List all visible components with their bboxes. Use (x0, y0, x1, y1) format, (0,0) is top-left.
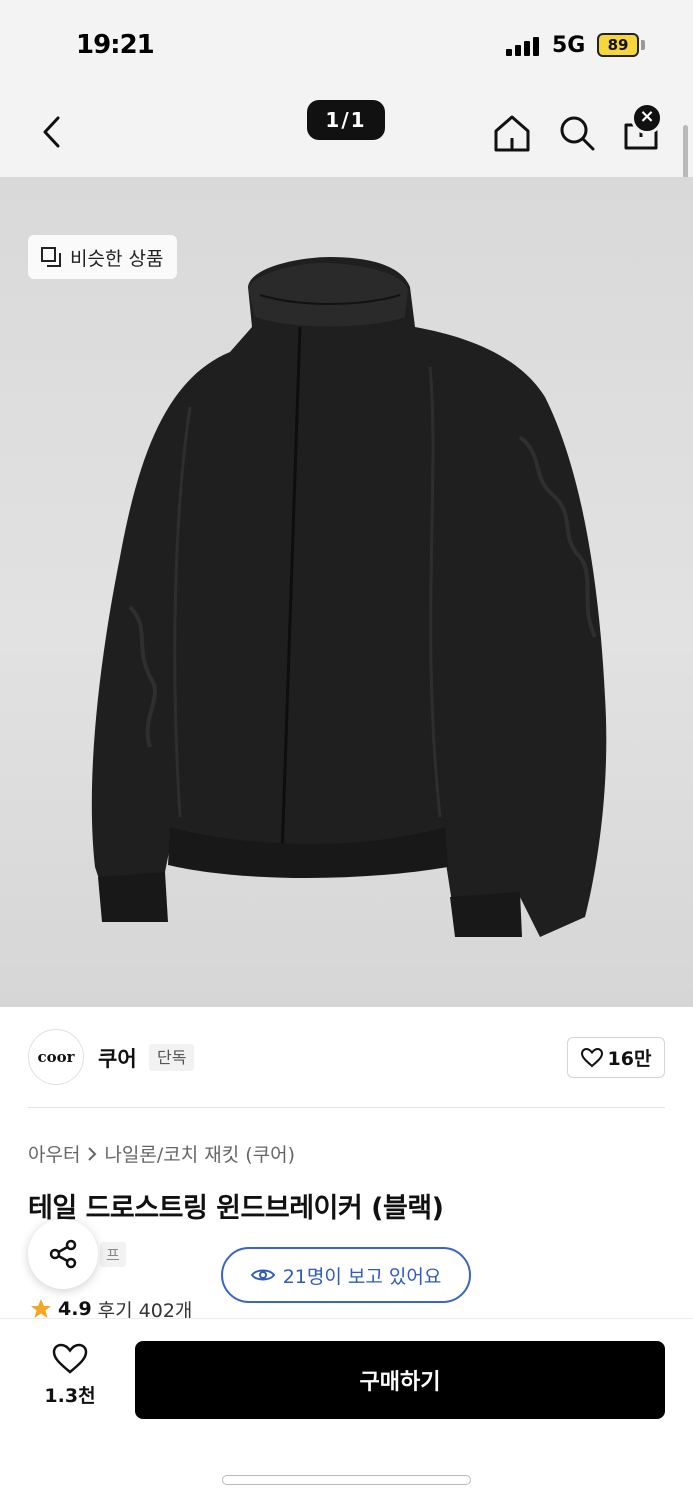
breadcrumb: 아우터 나일론/코치 재킷 (쿠어) (28, 1140, 295, 1167)
wishlist-count: 1.3천 (44, 1385, 96, 1407)
home-button[interactable] (489, 110, 535, 156)
divider (28, 1107, 665, 1108)
brand-like-button[interactable]: 16만 (567, 1037, 665, 1078)
rating-value: 4.9 (58, 1298, 92, 1320)
similar-icon (41, 247, 61, 267)
product-title: 테일 드로스트링 윈드브레이커 (블랙) (28, 1193, 444, 1224)
search-button[interactable] (554, 110, 600, 156)
top-nav-bar: 1/1 (0, 90, 693, 177)
product-image[interactable]: 비슷한 상품 (0, 177, 693, 1007)
close-icon[interactable]: × (631, 102, 663, 134)
rating-row[interactable]: 4.9 후기 402개 (30, 1298, 192, 1320)
breadcrumb-item-outer[interactable]: 아우터 (28, 1140, 80, 1167)
home-icon (494, 115, 530, 152)
back-icon (43, 116, 60, 148)
wishlist-button[interactable]: 1.3천 (30, 1343, 110, 1413)
eye-icon (250, 1269, 275, 1281)
share-button[interactable] (28, 1219, 98, 1289)
similar-products-label: 비슷한 상품 (70, 247, 164, 270)
signal-icon (506, 36, 539, 56)
image-counter: 1/1 (307, 100, 385, 140)
bottom-purchase-bar: 1.3천 구매하기 (0, 1318, 693, 1500)
status-bar: 19:21 5G 89 (0, 0, 693, 90)
brand-name[interactable]: 쿠어 (98, 1043, 137, 1073)
search-icon (560, 116, 595, 151)
status-time: 19:21 (76, 30, 155, 60)
breadcrumb-item-category[interactable]: 나일론/코치 재킷 (쿠어) (104, 1140, 295, 1167)
viewers-text: 21명이 보고 있어요 (282, 1265, 442, 1288)
exclusive-badge: 단독 (149, 1044, 195, 1071)
jacket-illustration (91, 257, 607, 937)
battery-tip (641, 40, 645, 50)
brand-row: coor 쿠어 단독 16만 (0, 1007, 693, 1107)
heart-icon (580, 1047, 603, 1067)
buy-button[interactable]: 구매하기 (135, 1341, 665, 1419)
chevron-right-icon (88, 1146, 97, 1161)
network-type: 5G (552, 33, 586, 58)
heart-icon (52, 1343, 88, 1374)
viewers-indicator: 21명이 보고 있어요 (221, 1247, 471, 1303)
product-tag: 프 (100, 1242, 126, 1267)
brand-logo[interactable]: coor (28, 1029, 84, 1085)
battery-icon: 89 (597, 33, 639, 57)
brand-like-count: 16만 (607, 1048, 652, 1070)
review-count: 후기 402개 (97, 1299, 193, 1321)
similar-products-button[interactable]: 비슷한 상품 (28, 235, 178, 279)
home-indicator[interactable] (222, 1475, 471, 1485)
back-button[interactable] (30, 110, 74, 154)
share-icon (49, 1239, 77, 1269)
star-icon (31, 1299, 51, 1318)
